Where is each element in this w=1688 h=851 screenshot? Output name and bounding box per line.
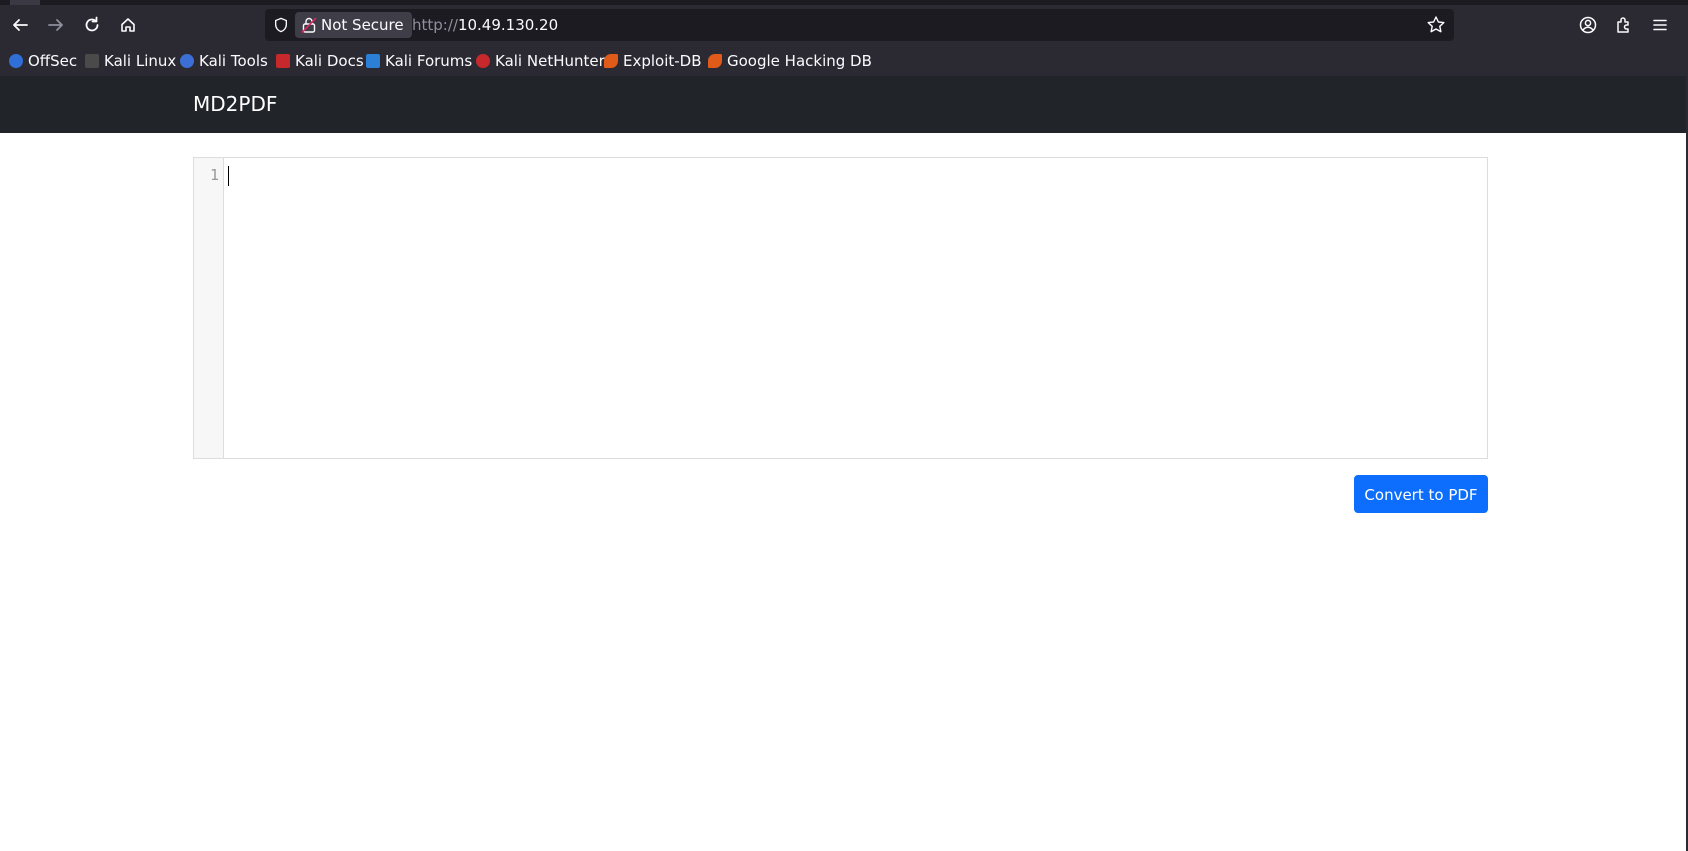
offsec-favicon-icon <box>9 54 23 68</box>
bookmark-label: Kali Linux <box>104 52 177 70</box>
bookmark-kali-docs[interactable]: Kali Docs <box>276 50 364 72</box>
google-hacking-db-icon <box>708 54 722 68</box>
navigation-toolbar: Not Secure http://10.49.130.20 <box>0 6 1688 44</box>
hamburger-menu-icon[interactable] <box>1646 11 1674 39</box>
account-icon[interactable] <box>1574 11 1602 39</box>
bookmark-offsec[interactable]: OffSec <box>9 50 77 72</box>
bookmark-label: Kali Tools <box>199 52 268 70</box>
editor-gutter: 1 <box>194 158 224 458</box>
navbar-brand[interactable]: MD2PDF <box>193 76 277 133</box>
kali-dragon-icon <box>85 54 99 68</box>
browser-chrome: Not Secure http://10.49.130.20 OffSec Ka… <box>0 0 1688 76</box>
bookmark-star-icon[interactable] <box>1426 15 1446 35</box>
bookmark-google-hacking-db[interactable]: Google Hacking DB <box>708 50 872 72</box>
site-navbar: MD2PDF <box>0 76 1688 133</box>
kali-nethunter-icon <box>476 54 490 68</box>
forward-icon[interactable] <box>42 11 70 39</box>
kali-forums-icon <box>366 54 380 68</box>
line-number: 1 <box>209 166 219 184</box>
url-text[interactable]: http://10.49.130.20 <box>412 9 558 41</box>
bookmark-kali-tools[interactable]: Kali Tools <box>180 50 268 72</box>
bookmarks-toolbar: OffSec Kali Linux Kali Tools Kali Docs K… <box>0 46 1688 76</box>
back-icon[interactable] <box>6 11 34 39</box>
bookmark-kali-linux[interactable]: Kali Linux <box>85 50 176 72</box>
tab-strip <box>0 0 1688 5</box>
convert-to-pdf-button[interactable]: Convert to PDF <box>1354 475 1488 513</box>
url-scheme: http:// <box>412 16 458 34</box>
tab-indicator[interactable] <box>10 0 40 5</box>
kali-tools-icon <box>180 54 194 68</box>
bookmark-label: Exploit-DB <box>623 52 702 70</box>
text-cursor <box>228 166 229 186</box>
not-secure-label: Not Secure <box>321 16 404 34</box>
markdown-editor[interactable]: 1 <box>193 157 1488 459</box>
bookmark-label: OffSec <box>28 52 78 70</box>
bookmark-kali-forums[interactable]: Kali Forums <box>366 50 472 72</box>
bookmark-label: Google Hacking DB <box>727 52 872 70</box>
not-secure-badge[interactable]: Not Secure <box>295 12 412 38</box>
extensions-icon[interactable] <box>1610 11 1638 39</box>
bookmark-kali-nethunter[interactable]: Kali NetHunter <box>476 50 605 72</box>
bookmark-label: Kali Forums <box>385 52 473 70</box>
bookmark-label: Kali NetHunter <box>495 52 605 70</box>
editor-content[interactable] <box>230 166 1479 186</box>
url-host: 10.49.130.20 <box>457 16 559 34</box>
bookmark-label: Kali Docs <box>295 52 364 70</box>
reload-icon[interactable] <box>78 11 106 39</box>
url-bar[interactable]: Not Secure http://10.49.130.20 <box>265 9 1454 41</box>
bookmark-exploit-db[interactable]: Exploit-DB <box>604 50 702 72</box>
home-icon[interactable] <box>114 11 142 39</box>
tracking-protection-shield-icon[interactable] <box>271 15 291 35</box>
insecure-lock-icon <box>301 16 317 34</box>
kali-docs-icon <box>276 54 290 68</box>
exploit-db-icon <box>604 54 618 68</box>
